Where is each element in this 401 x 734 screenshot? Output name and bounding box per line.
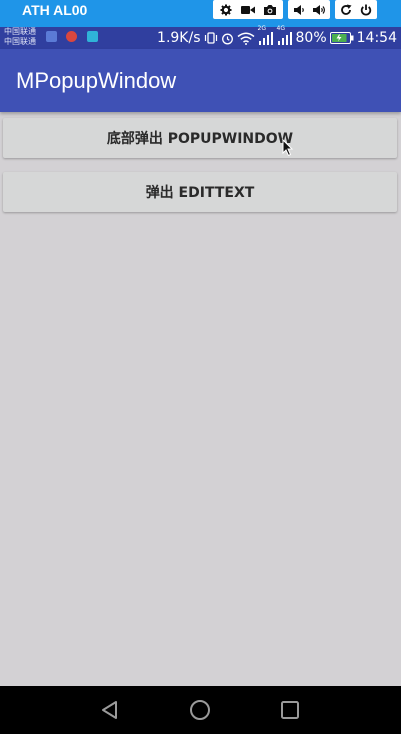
shield-notification-icon: [46, 31, 57, 42]
alarm-icon: [221, 32, 234, 45]
recents-icon[interactable]: [278, 698, 302, 722]
network-type-2: 4G: [276, 24, 285, 32]
mouse-cursor-icon: [282, 139, 294, 157]
carrier-labels: 中国联通 中国联通: [4, 27, 36, 47]
app-title: MPopupWindow: [16, 68, 177, 93]
network-speed: 1.9K/s: [157, 30, 201, 46]
emulator-media-controls: [213, 0, 283, 19]
vibrate-icon: [204, 32, 218, 44]
battery-percent: 80%: [295, 30, 327, 46]
clock: 14:54: [356, 30, 397, 46]
power-icon[interactable]: [358, 1, 374, 19]
signal-2g-icon: 2G: [258, 25, 274, 45]
status-indicators: 1.9K/s 2G 4G 80% 14:54: [157, 25, 397, 49]
volume-down-icon[interactable]: [291, 1, 307, 19]
app-notification-icon: [66, 31, 77, 42]
home-icon[interactable]: [188, 698, 212, 722]
rotate-icon[interactable]: [338, 1, 354, 19]
app-bar: MPopupWindow: [0, 49, 401, 112]
message-notification-icon: [87, 31, 98, 42]
carrier-label-1: 中国联通: [4, 27, 36, 36]
signal-4g-icon: 4G: [277, 25, 293, 45]
wifi-icon: [237, 32, 255, 45]
popup-bottom-button[interactable]: 底部弹出 POPUPWINDOW: [3, 118, 397, 158]
network-type-1: 2G: [257, 24, 266, 32]
volume-up-icon[interactable]: [311, 1, 327, 19]
popup-edittext-button[interactable]: 弹出 EDITTEXT: [3, 172, 397, 212]
video-icon[interactable]: [239, 1, 257, 19]
emulator-device-controls: [335, 0, 377, 19]
emulator-title-bar: ATH AL00: [0, 0, 401, 27]
emulator-volume-controls: [288, 0, 330, 19]
camera-icon[interactable]: [261, 1, 279, 19]
emulator-device-name: ATH AL00: [22, 2, 88, 18]
carrier-label-2: 中国联通: [4, 37, 36, 46]
android-status-bar: 中国联通 中国联通 1.9K/s 2G 4G 80% 14:54: [0, 25, 401, 49]
battery-icon: [329, 32, 354, 44]
settings-icon[interactable]: [217, 1, 235, 19]
navigation-bar: [0, 686, 401, 734]
back-icon[interactable]: [98, 698, 122, 722]
